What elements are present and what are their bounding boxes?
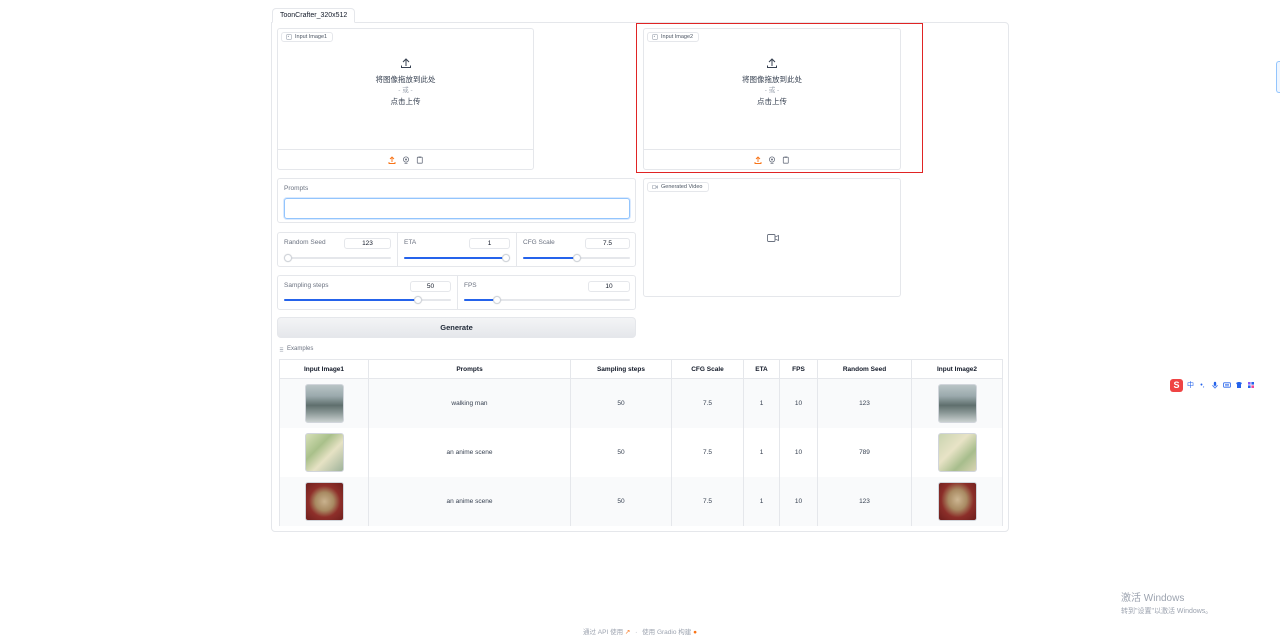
example-thumbnail (304, 383, 344, 423)
webcam-source-icon[interactable] (402, 156, 410, 164)
random-seed-label: Random Seed (284, 239, 326, 246)
prompts-input[interactable] (284, 198, 630, 219)
column-header: Random Seed (817, 359, 912, 379)
table-row[interactable]: an anime scene 50 7.5 1 10 123 (279, 476, 1003, 526)
sampling-steps-label: Sampling steps (284, 282, 329, 289)
prompts-block: Prompts (277, 178, 636, 223)
column-header: Input Image1 (279, 359, 369, 379)
slider-thumb[interactable] (502, 254, 510, 262)
example-thumbnail (937, 432, 977, 472)
sampling-steps-number[interactable]: 50 (410, 281, 451, 292)
tab-tooncrafter[interactable]: ToonCrafter_320x512 (272, 8, 356, 23)
generated-video: Generated Video (643, 178, 901, 297)
cfg-scale-label: CFG Scale (523, 239, 555, 246)
fps-label: FPS (464, 282, 477, 289)
example-thumbnail (937, 383, 977, 423)
example-prompt: an anime scene (368, 476, 571, 526)
generate-button[interactable]: Generate (277, 317, 636, 338)
column-header: ETA (743, 359, 780, 379)
list-icon (279, 347, 284, 351)
slider-row-1: Random Seed 123 ETA 1 CFG Scale 7.5 (277, 232, 636, 267)
sampling-steps-slider[interactable] (284, 296, 451, 304)
column-header: CFG Scale (671, 359, 744, 379)
microphone-icon[interactable] (1210, 381, 1219, 390)
ime-toolbar[interactable]: S 中 •, (1170, 377, 1258, 393)
skin-icon[interactable] (1234, 381, 1243, 390)
table-row[interactable]: walking man 50 7.5 1 10 123 (279, 378, 1003, 428)
side-panel-handle[interactable] (1276, 61, 1280, 93)
source-selector (278, 149, 533, 169)
example-thumbnail (304, 481, 344, 521)
random-seed-slider[interactable] (284, 254, 391, 262)
slider-fill (284, 299, 418, 301)
slider-thumb[interactable] (284, 254, 292, 262)
click-upload-text: 点击上传 (390, 97, 421, 106)
clipboard-source-icon[interactable] (416, 156, 424, 164)
column-header: Sampling steps (570, 359, 672, 379)
gradio-link[interactable]: 使用 Gradio 构建 (642, 629, 691, 636)
sogou-logo-icon[interactable]: S (1170, 378, 1183, 392)
video-icon (652, 185, 658, 189)
windows-activation-watermark: 激活 Windows 转到"设置"以激活 Windows。 (1121, 593, 1213, 615)
video-placeholder-icon (767, 234, 779, 242)
gradio-logo-icon: ● (693, 629, 698, 636)
slider-fill (523, 257, 577, 259)
cfg-scale-number[interactable]: 7.5 (585, 238, 630, 249)
highlight-box (636, 23, 923, 173)
keyboard-icon[interactable] (1222, 381, 1231, 390)
eta-label: ETA (404, 239, 417, 246)
column-header: Input Image2 (911, 359, 1003, 379)
upload-source-icon[interactable] (388, 155, 396, 164)
example-thumbnail (304, 432, 344, 472)
examples-label: Examples (279, 346, 313, 352)
column-header: FPS (779, 359, 818, 379)
drop-zone[interactable]: 将图像拖放到此处 - 或 - 点击上传 (278, 57, 533, 107)
example-prompt: walking man (368, 378, 571, 428)
footer: 通过 API 使用 ↗ · 使用 Gradio 构建 ● (582, 629, 698, 636)
upload-icon (400, 58, 411, 68)
fps-slider[interactable] (464, 296, 630, 304)
example-thumbnail (937, 481, 977, 521)
cfg-scale-slider[interactable] (523, 254, 630, 262)
slider-thumb[interactable] (413, 296, 422, 304)
column-header: Prompts (368, 359, 571, 379)
punctuation-icon[interactable]: •, (1198, 381, 1207, 390)
table-header: Input Image1 Prompts Sampling steps CFG … (279, 359, 1003, 379)
input-image1-label: Input Image1 (281, 32, 334, 42)
example-prompt: an anime scene (368, 427, 571, 477)
generated-video-label: Generated Video (647, 182, 709, 192)
or-text: - 或 - (398, 87, 413, 94)
slider-row-2: Sampling steps 50 FPS 10 (277, 275, 636, 310)
rocket-icon: ↗ (624, 629, 631, 636)
fps-number[interactable]: 10 (588, 281, 630, 292)
api-link[interactable]: 通过 API 使用 (583, 629, 623, 636)
eta-slider[interactable] (404, 254, 510, 262)
slider-thumb[interactable] (493, 296, 502, 304)
slider-thumb[interactable] (572, 254, 581, 262)
ime-mode[interactable]: 中 (1186, 381, 1195, 390)
slider-fill (404, 257, 510, 259)
input-image1-upload[interactable]: Input Image1 将图像拖放到此处 - 或 - 点击上传 (277, 28, 534, 170)
drop-text: 将图像拖放到此处 (375, 75, 436, 84)
random-seed-number[interactable]: 123 (344, 238, 391, 249)
prompts-label: Prompts (284, 185, 309, 192)
table-row[interactable]: an anime scene 50 7.5 1 10 789 (279, 427, 1003, 477)
toolbox-icon[interactable] (1246, 381, 1255, 390)
image-icon (286, 34, 292, 40)
eta-number[interactable]: 1 (469, 238, 510, 249)
examples-table: Input Image1 Prompts Sampling steps CFG … (279, 359, 1003, 526)
